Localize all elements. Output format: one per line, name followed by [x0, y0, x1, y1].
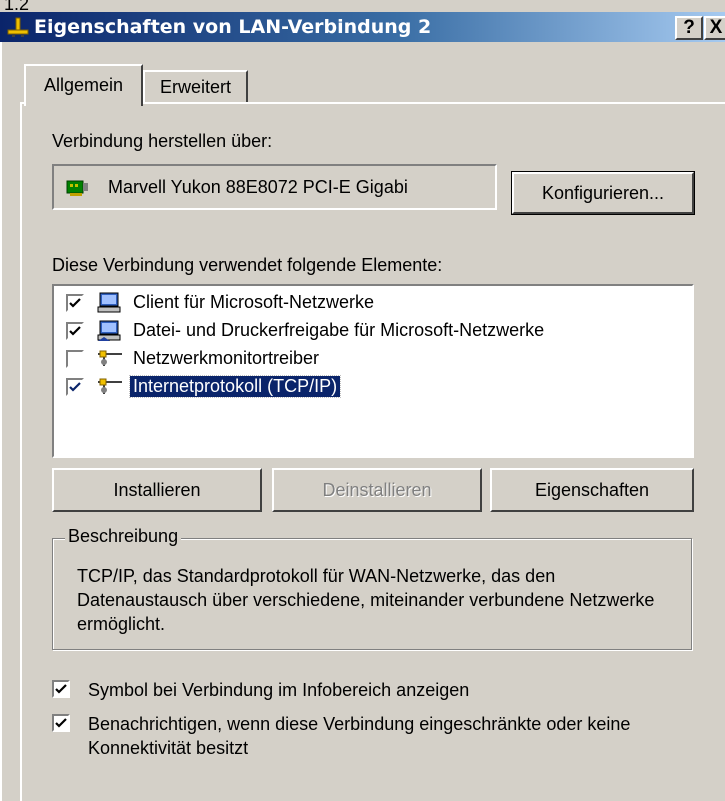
- install-button[interactable]: Installieren: [52, 468, 262, 512]
- file-printer-sharing-icon: [97, 320, 121, 341]
- notify-limited-label: Benachrichtigen, wenn diese Verbindung e…: [88, 714, 631, 758]
- item-label: Internetprotokoll (TCP/IP): [128, 375, 342, 398]
- item-label: Client für Microsoft-Netzwerke: [133, 292, 375, 312]
- list-item[interactable]: Client für Microsoft-Netzwerke: [60, 290, 680, 316]
- item-checkbox[interactable]: [66, 378, 84, 396]
- protocol-icon: [98, 378, 122, 394]
- adapter-name: Marvell Yukon 88E8072 PCI-E Gigabi: [108, 177, 408, 197]
- notify-limited-option[interactable]: Benachrichtigen, wenn diese Verbindung e…: [52, 712, 712, 764]
- item-checkbox[interactable]: [66, 294, 84, 312]
- show-tray-icon-label: Symbol bei Verbindung im Infobereich anz…: [88, 680, 470, 700]
- tab-erweitert[interactable]: Erweitert: [143, 70, 248, 104]
- description-legend: Beschreibung: [65, 526, 182, 547]
- network-client-icon: [97, 292, 121, 313]
- configure-button[interactable]: Konfigurieren...: [511, 171, 695, 215]
- show-tray-icon-option[interactable]: Symbol bei Verbindung im Infobereich anz…: [52, 678, 692, 704]
- connect-via-label: Verbindung herstellen über:: [52, 131, 273, 151]
- notify-limited-checkbox[interactable]: [52, 714, 70, 732]
- elements-list[interactable]: Client für Microsoft-Netzwerke Datei- un…: [52, 284, 694, 458]
- item-label: Netzwerkmonitortreiber: [133, 348, 320, 368]
- help-button[interactable]: ?: [675, 16, 703, 40]
- list-item[interactable]: Netzwerkmonitortreiber: [60, 346, 680, 372]
- window-title: Eigenschaften von LAN-Verbindung 2: [34, 16, 432, 38]
- network-connection-icon: [7, 17, 29, 37]
- protocol-icon: [98, 350, 122, 366]
- item-checkbox[interactable]: [66, 350, 84, 368]
- item-checkbox[interactable]: [66, 322, 84, 340]
- dialog-edge: [0, 42, 2, 801]
- adapter-field: Marvell Yukon 88E8072 PCI-E Gigabi: [52, 164, 497, 210]
- description-group: Beschreibung TCP/IP, das Standardprotoko…: [52, 526, 692, 650]
- description-text: TCP/IP, das Standardprotokoll für WAN-Ne…: [77, 566, 655, 634]
- network-card-icon: [66, 180, 88, 196]
- item-label: Datei- und Druckerfreigabe für Microsoft…: [133, 320, 545, 340]
- title-bar[interactable]: Eigenschaften von LAN-Verbindung 2 ? X: [0, 12, 725, 42]
- tab-allgemein[interactable]: Allgemein: [24, 64, 143, 106]
- list-item[interactable]: Datei- und Druckerfreigabe für Microsoft…: [60, 318, 680, 344]
- list-item[interactable]: Internetprotokoll (TCP/IP): [60, 374, 680, 400]
- properties-button[interactable]: Eigenschaften: [490, 468, 694, 512]
- show-tray-icon-checkbox[interactable]: [52, 680, 70, 698]
- uninstall-button[interactable]: Deinstallieren: [272, 468, 482, 512]
- close-button[interactable]: X: [704, 16, 725, 40]
- elements-label: Diese Verbindung verwendet folgende Elem…: [52, 255, 443, 275]
